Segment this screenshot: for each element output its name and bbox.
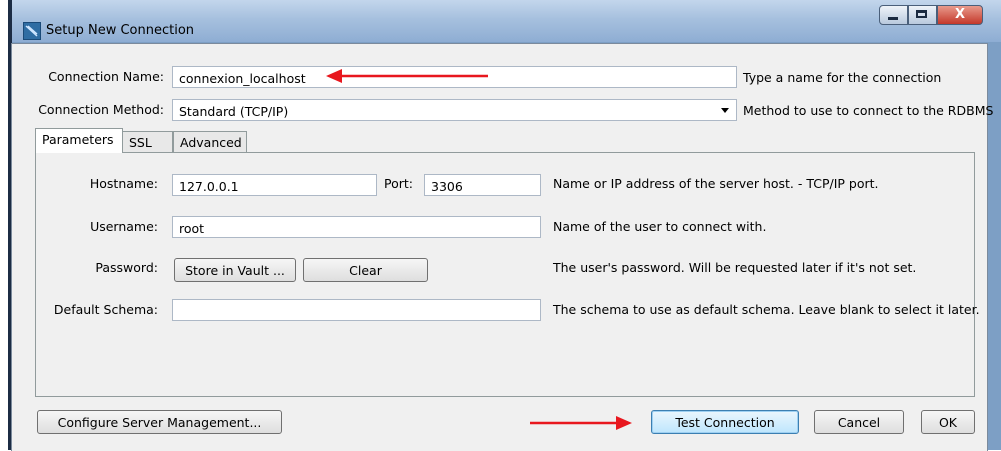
annotation-arrow-left	[326, 69, 488, 83]
annotation-overlay	[326, 69, 632, 430]
annotation-arrow-right	[530, 416, 632, 430]
tab-parameters[interactable]: Parameters	[35, 128, 123, 153]
